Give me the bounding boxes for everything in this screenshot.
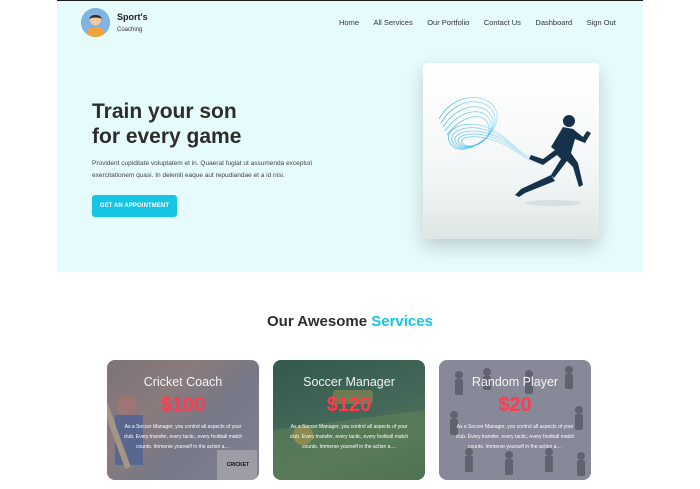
main-nav: Home All Services Our Portfolio Contact … — [339, 18, 630, 27]
nav-sign-out[interactable]: Sign Out — [587, 18, 616, 27]
service-card-random-player[interactable]: Random Player $20 As a Soccer Manager, y… — [439, 360, 591, 480]
card-text: As a Soccer Manager, you control all asp… — [289, 424, 409, 450]
card-price: $100 — [160, 394, 206, 416]
card-title: Soccer Manager — [303, 375, 395, 389]
hero-description: Provident cupiditate voluptatem et in. Q… — [92, 160, 313, 179]
brand-subtitle: Coaching — [117, 26, 143, 33]
brand-logo[interactable]: Sport's Coaching — [81, 8, 148, 37]
service-card-cricket-coach[interactable]: Cricket Coach $100 As a Soccer Manager, … — [107, 360, 259, 480]
nav-dashboard[interactable]: Dashboard — [535, 18, 572, 27]
hero-headline: Train your son for every game — [92, 99, 332, 149]
card-tag: CRICKET — [226, 462, 249, 468]
nav-home[interactable]: Home — [339, 18, 359, 27]
nav-our-portfolio[interactable]: Our Portfolio — [427, 18, 469, 27]
card-title: Random Player — [471, 375, 559, 389]
avatar — [81, 8, 110, 37]
get-appointment-button[interactable]: GET AN APPOINTMENT — [92, 195, 177, 217]
coach-avatar-icon — [81, 8, 110, 37]
hero-headline-line1: Train your son — [92, 100, 237, 123]
card-price: $120 — [326, 394, 372, 416]
services-heading-accent: Services — [371, 313, 433, 330]
hero-headline-line2: for every game — [92, 125, 242, 148]
card-title: Cricket Coach — [143, 375, 223, 389]
service-card-soccer-manager[interactable]: Soccer Manager $120 As a Soccer Manager,… — [273, 360, 425, 480]
brand-title: Sport's — [117, 11, 148, 22]
card-price: $20 — [498, 394, 532, 416]
nav-all-services[interactable]: All Services — [374, 18, 413, 27]
services-heading-part1: Our Awesome — [267, 313, 368, 330]
card-text: As a Soccer Manager, you control all asp… — [455, 424, 575, 450]
nav-contact-us[interactable]: Contact Us — [484, 18, 521, 27]
services-heading: Our Awesome Services — [0, 313, 700, 330]
runner-illustration-icon — [438, 97, 591, 206]
card-text: As a Soccer Manager, you control all asp… — [123, 424, 243, 450]
hero-image-card — [423, 63, 599, 239]
